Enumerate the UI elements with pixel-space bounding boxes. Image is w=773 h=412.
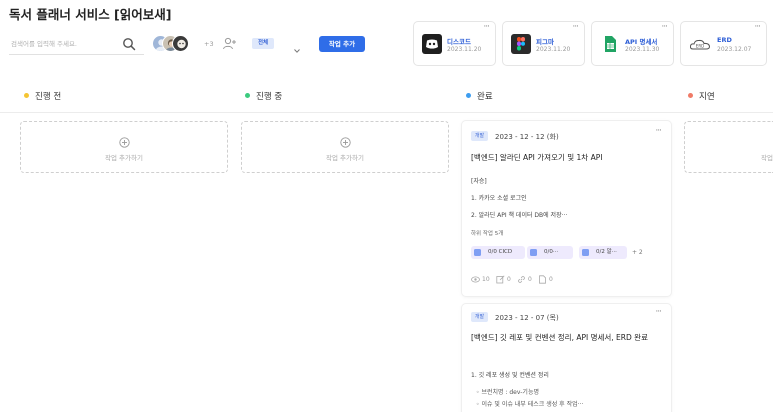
task-title: [백엔드] 알라딘 API 가져오기 및 1차 API — [471, 153, 603, 162]
add-task-label: 작업 추가하기 — [105, 154, 143, 162]
checkbox-icon — [530, 249, 537, 256]
task-subline-text: 이슈 및 이슈 내부 테스크 생성 후 작업··· — [481, 401, 584, 408]
checkbox-icon — [582, 249, 589, 256]
search-icon[interactable] — [122, 36, 136, 51]
subtask-chip[interactable]: 0/2 알··· — [579, 246, 627, 259]
column-title: 완료 — [477, 92, 493, 102]
column-header-in-progress: 진행 중 — [245, 88, 445, 106]
task-title: [백엔드] 깃 레포 및 컨벤션 정리, API 명세서, ERD 완료 — [471, 333, 648, 342]
subtask-chip-label: 0/2 알··· — [596, 249, 617, 255]
task-line: 1. 카카오 소셜 로그인 — [471, 195, 527, 202]
link-card-erd[interactable]: ··· ERD ERD 2023.12.07 — [680, 21, 767, 66]
subtask-count: 하위 작업 5개 — [471, 231, 504, 237]
link-name: ERD — [717, 36, 732, 44]
task-card[interactable]: 개발 2023 - 12 - 12 (화) ··· [백엔드] 알라딘 API … — [462, 121, 671, 296]
more-members-count: +3 — [204, 40, 214, 48]
task-subline-text: 브런치명 : dev-기능명 — [481, 389, 539, 396]
task-line: 2. 알라딘 API 책 데이터 DB에 저장··· — [471, 212, 568, 219]
status-dot — [24, 93, 29, 98]
files-count: 0 — [549, 276, 553, 283]
link-date: 2023.11.20 — [536, 46, 571, 53]
search-box — [9, 33, 144, 55]
task-tag: 개발 — [471, 131, 488, 141]
page-title: 독서 플래너 서비스 [읽어보새] — [9, 7, 172, 22]
task-date: 2023 - 12 - 12 (화) — [495, 133, 559, 141]
link-icon — [518, 276, 525, 283]
chevron-down-icon — [293, 40, 301, 53]
add-task-placeholder-in-progress[interactable]: 작업 추가하기 — [241, 121, 449, 173]
add-task-button[interactable]: 작업 추가 — [319, 36, 365, 52]
links-count: 0 — [528, 276, 532, 283]
column-title: 진행 중 — [256, 92, 283, 102]
file-icon — [539, 275, 546, 284]
add-task-label: 작업 추가하기 — [761, 154, 773, 162]
svg-text:ERD: ERD — [696, 44, 704, 49]
figma-icon — [511, 34, 531, 54]
subtask-chip-label: 0/0··· — [544, 249, 559, 255]
add-task-label: 작업 추가하기 — [326, 154, 364, 162]
more-icon[interactable]: ··· — [754, 22, 761, 32]
checkbox-icon — [474, 249, 481, 256]
column-title: 진행 전 — [35, 92, 62, 102]
subtask-chip[interactable]: 0/0··· — [527, 246, 573, 259]
task-tag: 개발 — [471, 312, 488, 322]
add-task-placeholder-delayed[interactable]: 작업 추가하기 — [684, 121, 773, 173]
subtask-chip-label: 0/0 CICD — [488, 249, 513, 255]
task-line: 1. 깃 레포 생성 및 컨벤션 정리 — [471, 372, 549, 379]
task-subline: ◦ 브런치명 : dev-기능명 — [476, 387, 539, 396]
column-header-todo: 진행 전 — [24, 88, 224, 106]
header-divider — [0, 112, 773, 113]
edits-count: 0 — [507, 276, 511, 283]
eye-icon — [471, 276, 480, 283]
plus-circle-icon — [339, 133, 351, 148]
filter-value: 전체 — [252, 38, 274, 49]
add-task-placeholder-todo[interactable]: 작업 추가하기 — [20, 121, 228, 173]
link-card-api-spec[interactable]: ··· API 명세서 2023.11.30 — [591, 21, 674, 66]
views-count: 10 — [482, 276, 490, 283]
link-date: 2023.11.20 — [447, 46, 482, 53]
subtask-chip[interactable]: 0/0 CICD — [471, 246, 525, 259]
more-icon[interactable]: ··· — [655, 307, 662, 317]
task-line: [자승] — [471, 178, 487, 185]
status-dot — [688, 93, 693, 98]
column-header-done: 완료 — [466, 88, 666, 106]
column-title: 지연 — [699, 92, 715, 102]
more-icon[interactable]: ··· — [483, 22, 490, 32]
task-subline: ◦ 이슈 및 이슈 내부 테스크 생성 후 작업··· — [476, 399, 583, 408]
link-date: 2023.12.07 — [717, 46, 752, 53]
member-avatars[interactable] — [152, 35, 212, 52]
task-card[interactable]: 개발 2023 - 12 - 07 (목) ··· [백엔드] 깃 레포 및 컨… — [462, 304, 671, 412]
discord-icon — [422, 34, 442, 54]
task-date: 2023 - 12 - 07 (목) — [495, 314, 559, 322]
link-card-discord[interactable]: ··· 디스코드 2023.11.20 — [413, 21, 496, 66]
more-icon[interactable]: ··· — [655, 126, 662, 136]
more-icon[interactable]: ··· — [661, 22, 668, 32]
filter-select[interactable]: 전체 — [250, 36, 306, 53]
sheets-icon — [600, 34, 620, 54]
status-dot — [245, 93, 250, 98]
link-name: 피그마 — [536, 38, 554, 46]
column-header-delayed: 지연 — [688, 88, 773, 106]
add-member-icon[interactable] — [222, 36, 237, 51]
avatar — [172, 35, 189, 52]
subtask-more-count: + 2 — [632, 249, 643, 256]
link-name: 디스코드 — [447, 38, 471, 46]
search-input[interactable] — [11, 36, 111, 52]
erd-cloud-icon: ERD — [689, 34, 711, 54]
more-icon[interactable]: ··· — [572, 22, 579, 32]
plus-circle-icon — [118, 133, 130, 148]
edit-icon — [496, 275, 505, 284]
link-card-figma[interactable]: ··· 피그마 2023.11.20 — [502, 21, 585, 66]
status-dot — [466, 93, 471, 98]
link-name: API 명세서 — [625, 38, 658, 46]
link-date: 2023.11.30 — [625, 46, 660, 53]
